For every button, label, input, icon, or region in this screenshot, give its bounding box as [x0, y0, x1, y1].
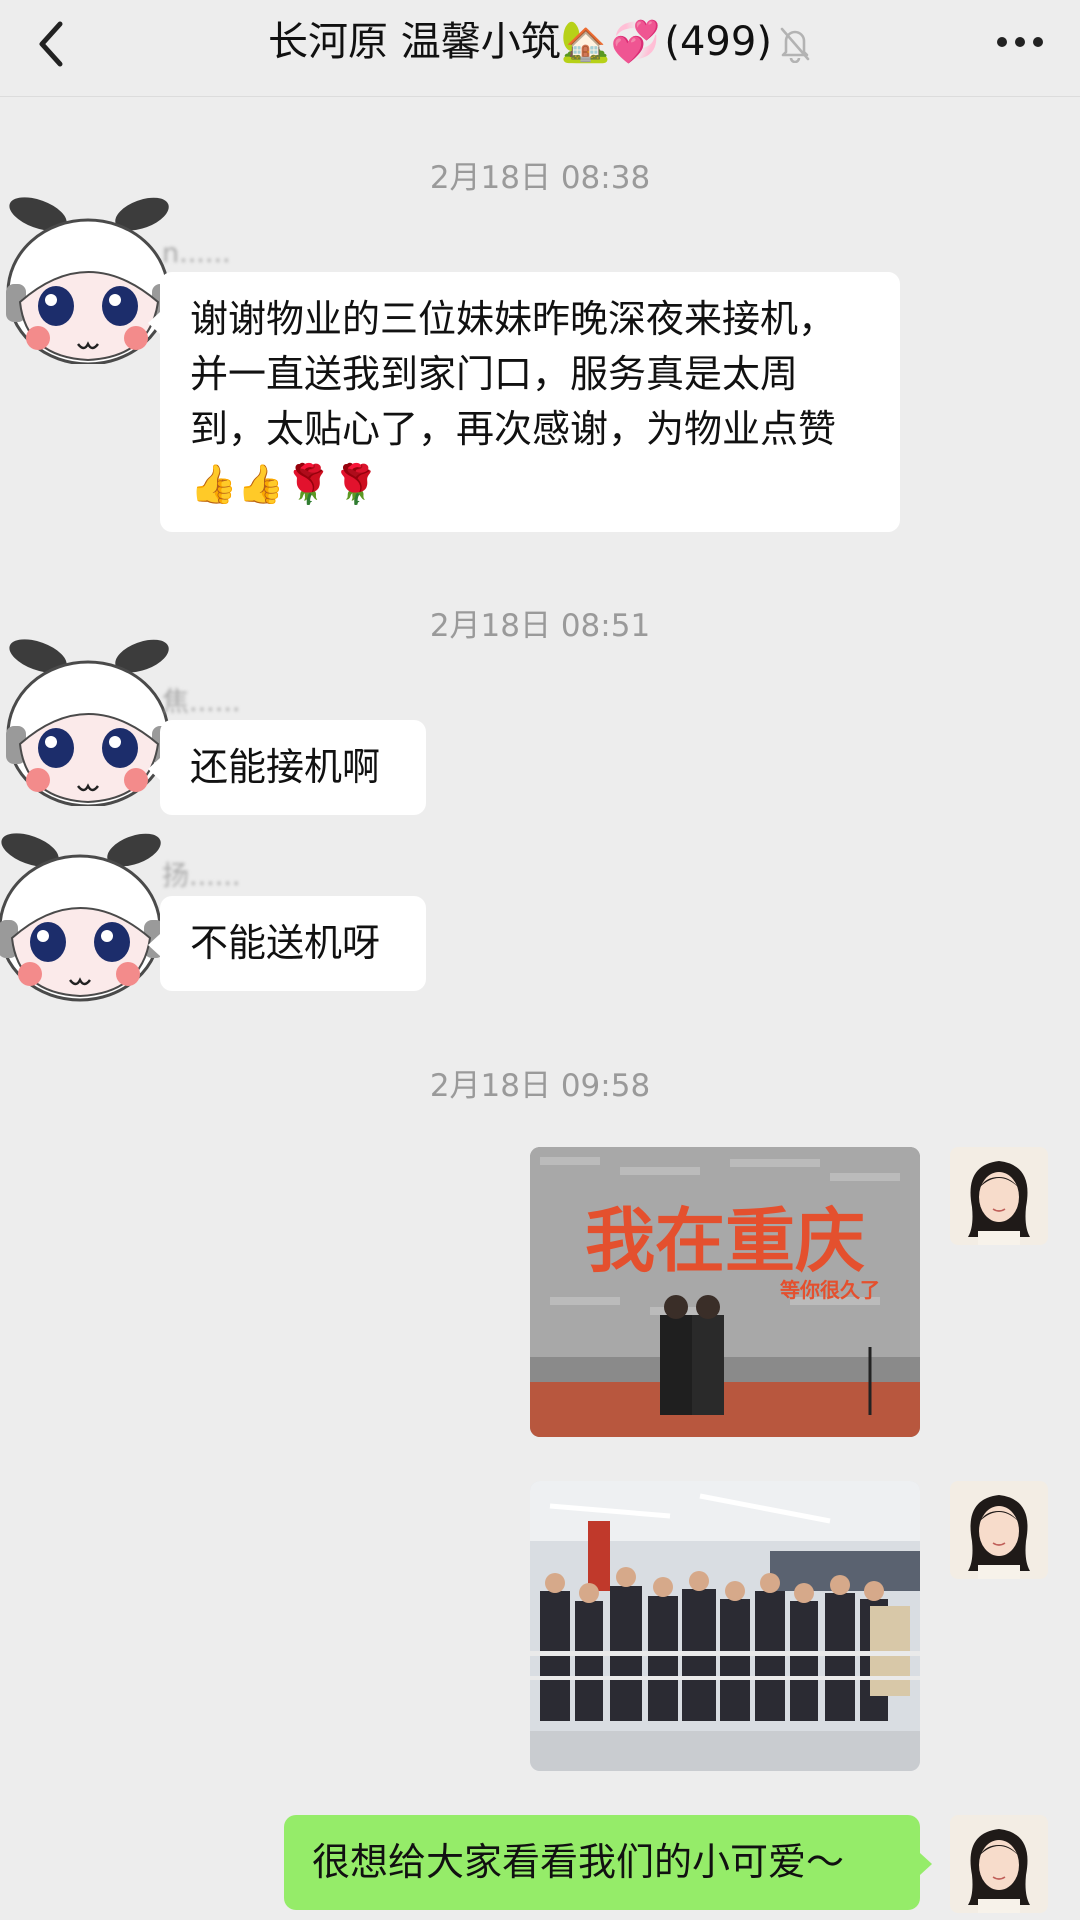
message-bubble[interactable]: 谢谢物业的三位妹妹昨晚深夜来接机，并一直送我到家门口，服务真是太周到，太贴心了，…: [160, 272, 900, 532]
photo-subcaption: 等你很久了: [780, 1278, 880, 1302]
avatar[interactable]: [0, 634, 172, 806]
bubble-tail: [148, 312, 160, 334]
avatar[interactable]: [0, 192, 172, 364]
bubble-tail: [148, 934, 160, 956]
photo-message[interactable]: 我在重庆 等你很久了: [530, 1147, 920, 1437]
photo-caption: 我在重庆: [585, 1200, 865, 1282]
chat-title: 长河原 温馨小筑🏡💞 (499): [0, 0, 1080, 84]
my-message-bubble[interactable]: 很想给大家看看我们的小可爱～: [284, 1815, 920, 1910]
message-bubble[interactable]: 还能接机啊: [160, 720, 426, 815]
bell-off-icon: [780, 27, 810, 63]
more-dots-icon[interactable]: [996, 30, 1044, 54]
group-name: 长河原 温馨小筑🏡💞: [268, 19, 661, 65]
message-bubble[interactable]: 不能送机呀: [160, 896, 426, 991]
chat-header: 长河原 温馨小筑🏡💞 (499): [0, 0, 1080, 97]
avatar[interactable]: [0, 824, 164, 1004]
photo-message[interactable]: [530, 1481, 920, 1771]
sender-name: 扬......: [162, 861, 241, 892]
sender-name: n......: [162, 238, 231, 269]
member-count: (499): [664, 19, 772, 65]
bubble-tail: [920, 1853, 932, 1875]
my-avatar[interactable]: [950, 1481, 1048, 1579]
timestamp: 2月18日 08:38: [429, 160, 651, 196]
my-avatar[interactable]: [950, 1815, 1048, 1913]
bubble-tail: [148, 758, 160, 780]
my-avatar[interactable]: [950, 1147, 1048, 1245]
timestamp: 2月18日 09:58: [429, 1068, 651, 1104]
sender-name: 焦......: [162, 687, 241, 718]
